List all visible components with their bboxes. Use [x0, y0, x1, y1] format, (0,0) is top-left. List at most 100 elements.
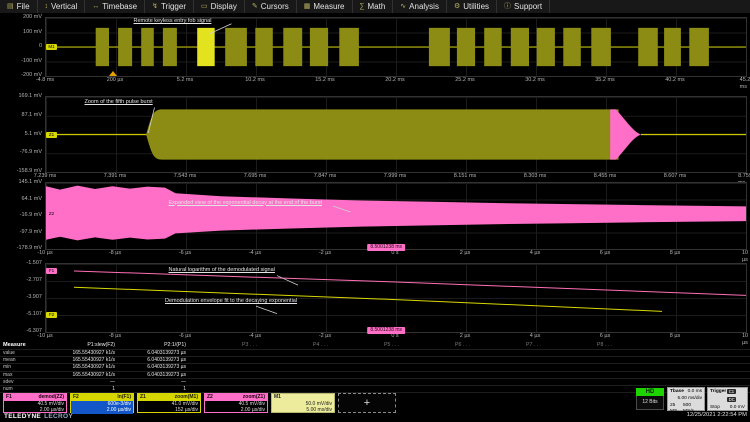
- measure-cell: [261, 350, 332, 356]
- measure-row-sdev: sdev——: [0, 378, 750, 385]
- menu-item-trigger[interactable]: ↯Trigger: [145, 0, 194, 13]
- analysis-icon: ∿: [400, 0, 406, 13]
- annotation-label[interactable]: Expanded view of the exponential decay a…: [169, 200, 323, 207]
- measure-cell: [474, 372, 545, 378]
- measure-cell: [545, 350, 616, 356]
- support-icon: ⓘ: [504, 0, 511, 13]
- trigger-position-icon[interactable]: [109, 71, 117, 76]
- annotation-label[interactable]: Zoom of the fifth pulse burst: [85, 99, 153, 106]
- menu-label: Measure: [313, 0, 344, 13]
- descriptor-id: F1: [6, 394, 12, 401]
- annotation-label[interactable]: Remote keyless entry fob signal: [134, 18, 212, 25]
- timebase-panel[interactable]: Tbase 0.0 ms 5.00 ms/div 25 MS 500 MS/s: [667, 387, 705, 411]
- x-axis-label: 0 s: [391, 333, 398, 340]
- measure-cell: [474, 379, 545, 385]
- menu-item-cursors[interactable]: ✎Cursors: [245, 0, 297, 13]
- descriptor-id: F2: [73, 394, 79, 401]
- measure-cell: [261, 379, 332, 385]
- x-axis-label: 8.607 ms: [664, 173, 687, 180]
- menu-item-utilities[interactable]: ⚙Utilities: [447, 0, 497, 13]
- cursor-time-badge: 8.5001238 ms: [367, 327, 405, 334]
- waveform-Z2: [46, 183, 746, 249]
- x-axis-label: 45.2 ms: [740, 77, 750, 91]
- menu-label: Vertical: [51, 0, 77, 13]
- track-F2: -1.507-2.707-3.907-5.107-6.307-10 µs-8 µ…: [0, 263, 750, 341]
- trace-descriptor-F2[interactable]: F2ln(F1)600e-3/div2.00 µs/div: [70, 393, 134, 413]
- descriptor-function: zoom(Z1): [243, 394, 265, 401]
- measure-cell: 6.0403139273 µs: [119, 357, 190, 363]
- trace-descriptor-Z1[interactable]: Z1zoom(M1)41.0 mV/div152 µs/div: [137, 393, 201, 413]
- vertical-icon: ↕: [45, 0, 49, 13]
- hd-badge[interactable]: HD 12 Bits: [636, 388, 664, 410]
- clock-timestamp: 12/25/2021 2:22:54 PM: [687, 412, 747, 418]
- trace-descriptor-F1[interactable]: F1demod(Z2)40.5 mV/div2.00 µs/div: [3, 393, 67, 413]
- descriptor-header: F2ln(F1): [71, 394, 133, 401]
- descriptor-body: 40.5 mV/div2.00 µs/div: [205, 401, 267, 414]
- measure-param-header[interactable]: P3 . . .: [190, 342, 261, 349]
- measure-cell: —: [48, 379, 119, 385]
- measure-cell: [190, 379, 261, 385]
- measure-cell: 165.55430927 k1/s: [48, 364, 119, 370]
- menu-label: Math: [368, 0, 386, 13]
- utilities-icon: ⚙: [454, 0, 460, 13]
- trace-marker-Z1[interactable]: Z1: [46, 132, 57, 138]
- track-Z2: 145.1 mV64.1 mV-16.9 mV-97.9 mV-178.9 mV…: [0, 182, 750, 258]
- trace-marker-F1[interactable]: F1: [46, 268, 57, 274]
- descriptor-header: Z2zoom(Z1): [205, 394, 267, 401]
- descriptor-function: demod(Z2): [38, 394, 64, 401]
- timebase-title: Tbase: [670, 389, 684, 396]
- menu-item-math[interactable]: ∑Math: [353, 0, 394, 13]
- menu-item-timebase[interactable]: ↔Timebase: [85, 0, 145, 13]
- y-axis-label: -3.907: [0, 294, 42, 300]
- measure-cell: [545, 364, 616, 370]
- trace-descriptor-M1[interactable]: M150.0 mV/div5.00 ms/div: [271, 393, 335, 413]
- trace-marker-Z2[interactable]: Z2: [46, 211, 57, 217]
- descriptor-body: 600e-3/div2.00 µs/div: [71, 401, 133, 414]
- track-M1: 200 mV100 mV0-100 mV-200 mV-4.8 ms200 µs…: [0, 17, 750, 85]
- measure-cell: [261, 386, 332, 392]
- menu-item-vertical[interactable]: ↕Vertical: [38, 0, 86, 13]
- trace-descriptor-Z2[interactable]: Z2zoom(Z1)40.5 mV/div2.00 µs/div: [204, 393, 268, 413]
- measure-cell: [190, 372, 261, 378]
- measure-param-header[interactable]: P1:slew(F2): [48, 342, 119, 349]
- menu-item-display[interactable]: ▭Display: [194, 0, 245, 13]
- y-axis-label: 100 mV: [0, 29, 42, 35]
- y-axis-label: 169.1 mV: [0, 93, 42, 99]
- measure-row-label: mean: [0, 357, 48, 363]
- measure-param-header[interactable]: P5 . . .: [332, 342, 403, 349]
- measure-cell: [474, 393, 545, 399]
- measure-param-header[interactable]: P8 . . .: [545, 342, 616, 349]
- measure-row-min: min165.55430927 k1/s6.0403139273 µs: [0, 363, 750, 370]
- x-axis-label: -6 µs: [179, 250, 191, 257]
- x-axis-label: 8 µs: [670, 333, 681, 340]
- graticule-Z1: Z1 Zoom of the fifth pulse burst: [45, 96, 747, 173]
- trace-marker-M1[interactable]: M1: [46, 44, 57, 50]
- x-axis-label: 40.2 ms: [665, 77, 685, 84]
- cursors-icon: ✎: [252, 0, 258, 13]
- measure-param-header[interactable]: P2:1/(P1): [119, 342, 190, 349]
- measure-cell: 165.55430927 k1/s: [48, 372, 119, 378]
- trigger-panel[interactable]: Trigger C1 DC Stop 0.0 mV Edge Positive: [707, 387, 748, 411]
- x-axis-label: 2 µs: [460, 333, 471, 340]
- measure-cell: [332, 379, 403, 385]
- x-axis-label: 6 µs: [600, 250, 611, 257]
- descriptor-body: 41.0 mV/div152 µs/div: [138, 401, 200, 414]
- measure-param-header[interactable]: P6 . . .: [403, 342, 474, 349]
- menu-item-file[interactable]: ▤File: [0, 0, 38, 13]
- annotation-label[interactable]: Demodulation envelope fit to the decayin…: [165, 298, 297, 305]
- trace-marker-F2[interactable]: F2: [46, 312, 57, 318]
- menu-item-support[interactable]: ⓘSupport: [497, 0, 550, 13]
- menu-item-measure[interactable]: ▦Measure: [297, 0, 353, 13]
- menu-item-analysis[interactable]: ∿Analysis: [393, 0, 447, 13]
- x-axis-label: -8 µs: [109, 333, 121, 340]
- add-trace-button[interactable]: +: [338, 393, 396, 413]
- measure-cell: [545, 379, 616, 385]
- measure-cell: [190, 364, 261, 370]
- measure-param-header[interactable]: P4 . . .: [261, 342, 332, 349]
- measure-param-header[interactable]: P7 . . .: [474, 342, 545, 349]
- x-axis-label: 8.303 ms: [524, 173, 547, 180]
- menu-label: Support: [514, 0, 542, 13]
- annotation-label[interactable]: Natural logarithm of the demodulated sig…: [169, 267, 275, 274]
- x-axis-label: -4.8 ms: [36, 77, 54, 84]
- x-axis-label: -2 µs: [319, 250, 331, 257]
